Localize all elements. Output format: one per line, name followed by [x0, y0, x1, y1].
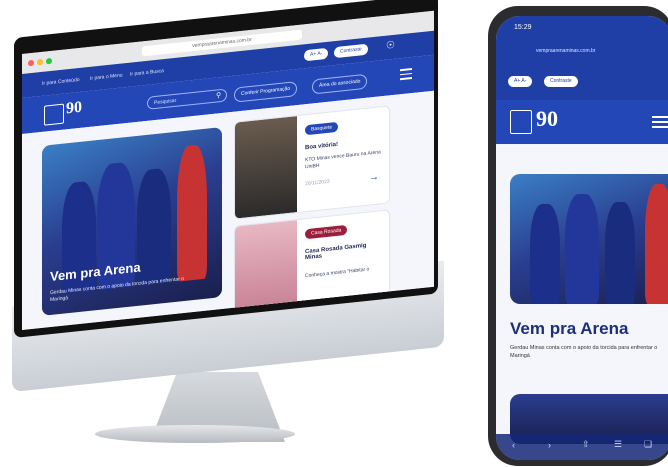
font-size-controls[interactable]: A+ A- [304, 47, 329, 62]
club-crest-logo[interactable] [44, 103, 64, 126]
menu-icon[interactable] [400, 68, 412, 80]
phone-time: 15:29 [514, 24, 532, 31]
phone-accessibility-bar: A+ A- Contraste [496, 64, 668, 100]
hero-player-figure [137, 167, 171, 286]
arrow-right-icon[interactable]: → [369, 171, 379, 183]
hero-banner[interactable]: Vem pra Arena Gerdau Minas conta com o a… [42, 126, 222, 316]
phone-hero-player-figure [605, 202, 635, 304]
phone-anniversary-logo-text: 90 [536, 106, 558, 131]
phone-screen: 15:29 vempraarenaminas.com.br A+ A- Cont… [496, 16, 668, 460]
accessibility-icon[interactable]: ☉ [386, 40, 395, 52]
phone-hero-title: Vem pra Arena [510, 319, 629, 338]
skip-menu-link[interactable]: Ir para o Menu [90, 72, 123, 81]
category-badge: Basquete [305, 121, 339, 136]
news-card-image [235, 116, 297, 219]
news-card-text: Conheça a mostra "Habitar o [305, 266, 370, 280]
forward-icon[interactable]: › [548, 440, 551, 450]
phone-club-crest-logo[interactable] [510, 110, 532, 134]
member-area-button[interactable]: Área do associado [312, 73, 368, 95]
news-card[interactable]: Basquete Boa vitória! KTO Minas vence Ba… [234, 105, 390, 220]
phone-url-bar[interactable]: vempraarenaminas.com.br [496, 42, 668, 64]
phone-browser-toolbar: ‹ › ⇧ ☰ ❏ [496, 434, 668, 460]
phone-hero-player-figure [645, 184, 668, 304]
news-card-title: Casa Rosada Gasmig Minas [305, 242, 367, 262]
phone-hero-banner[interactable] [510, 174, 668, 304]
skip-content-link[interactable]: Ir para Conteúdo [42, 77, 80, 87]
phone-hero-subtitle: Gerdau Minas conta com o apoio da torcid… [510, 345, 658, 359]
search-icon[interactable]: ⚲ [216, 91, 221, 100]
tabs-icon[interactable]: ❏ [644, 439, 652, 450]
news-card-text: KTO Minas vence Bauru na Arena UniBH [305, 149, 381, 171]
phone-menu-icon[interactable] [652, 116, 668, 128]
phone-url-text[interactable]: vempraarenaminas.com.br [536, 48, 595, 54]
desktop-screen: vempraarenaminas.com.br Ir para Conteúdo… [22, 10, 434, 331]
share-icon[interactable]: ⇧ [582, 439, 590, 450]
phone-contrast-toggle[interactable]: Contraste [544, 76, 578, 87]
news-card-date: 20/11/2023 [305, 178, 330, 188]
skip-search-link[interactable]: Ir para a Busca [130, 68, 164, 78]
minimize-window-icon[interactable] [37, 58, 43, 66]
back-icon[interactable]: ‹ [512, 440, 515, 450]
search-input[interactable]: Pesquisar [147, 88, 227, 110]
monitor-stand-base [95, 425, 295, 443]
contrast-toggle[interactable]: Contraste [334, 43, 368, 59]
anniversary-logo-text: 90 [66, 98, 82, 118]
phone-hero-player-figure [530, 204, 560, 304]
program-button[interactable]: Conferir Programação [234, 81, 298, 103]
close-window-icon[interactable] [28, 59, 34, 67]
hero-player-figure [177, 143, 207, 282]
phone-hero-player-figure [565, 194, 599, 304]
category-badge: Casa Rosada [305, 224, 348, 240]
phone-font-size-controls[interactable]: A+ A- [508, 76, 533, 87]
phone-header: 90 [496, 100, 668, 144]
bookmarks-icon[interactable]: ☰ [614, 439, 622, 450]
phone-status-bar: 15:29 [496, 16, 668, 42]
maximize-window-icon[interactable] [46, 57, 52, 65]
